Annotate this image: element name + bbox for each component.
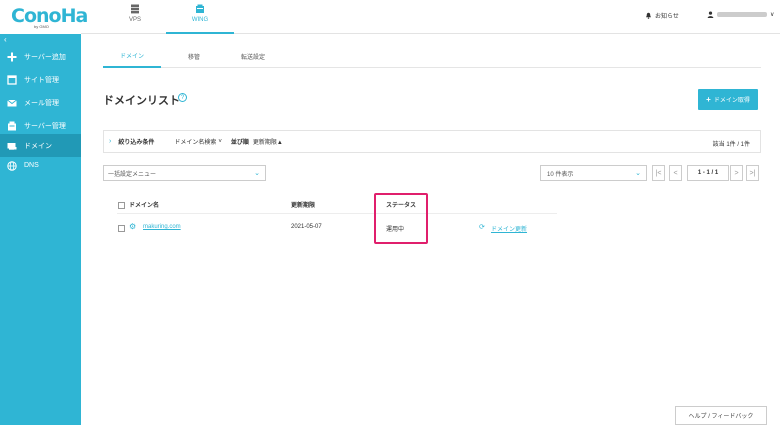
page-title: ドメインリスト — [103, 95, 180, 107]
status-highlight-box — [374, 193, 428, 244]
notice-link[interactable]: お知らせ — [645, 11, 679, 20]
envelope-icon — [7, 98, 17, 108]
result-count: 該当 1件 / 1件 — [712, 142, 750, 148]
sidebar-item-dns[interactable]: DNS — [0, 154, 81, 177]
per-page-select[interactable]: 10 件表示 ⌄ — [540, 165, 647, 181]
logo[interactable]: ConoHa by GMO — [0, 0, 88, 34]
notice-label: お知らせ — [655, 14, 679, 20]
page-info: 1 - 1 / 1 — [687, 165, 729, 181]
row-divider — [117, 213, 557, 214]
logo-sub: by GMO — [34, 24, 49, 29]
refresh-icon[interactable]: ⟳ — [479, 223, 485, 231]
help-feedback-button[interactable]: ヘルプ / フィードバック — [675, 406, 767, 425]
globe-icon — [7, 160, 17, 171]
sidebar-item-site[interactable]: サイト管理 — [0, 68, 81, 91]
next-page-button[interactable]: > — [730, 165, 743, 181]
expiry-date: 2021-05-07 — [291, 224, 322, 230]
domain-icon — [7, 141, 17, 151]
plus-icon: + — [706, 95, 711, 104]
col-expiry-header: 更新期限 — [291, 203, 316, 209]
tab-wing[interactable]: WING — [166, 0, 234, 34]
sort-label: 並び順 — [230, 140, 249, 146]
select-all-checkbox[interactable] — [118, 202, 125, 209]
user-name — [717, 12, 767, 17]
chevron-down-icon: ˅ — [218, 138, 222, 145]
sidebar-item-label: メール管理 — [24, 99, 59, 107]
bell-icon — [646, 12, 651, 19]
sidebar-item-label: サーバー追加 — [24, 53, 66, 61]
get-domain-button[interactable]: + ドメイン取得 — [698, 89, 758, 110]
last-page-button[interactable]: >| — [746, 165, 759, 181]
first-page-button[interactable]: |< — [652, 165, 665, 181]
domain-link[interactable]: makuring.com — [143, 224, 181, 230]
sidebar-item-mail[interactable]: メール管理 — [0, 91, 81, 114]
tab-forwarding[interactable]: 転送設定 — [233, 44, 273, 68]
sort-value: 更新期限▲ — [252, 140, 283, 146]
app: ConoHa by GMO VPS WING お知らせ ∨ ‹ サーバー追加 サ… — [0, 0, 780, 425]
prev-page-button[interactable]: < — [669, 165, 682, 181]
sidebar-item-label: サイト管理 — [24, 76, 59, 84]
chevron-down-icon: ⌄ — [254, 170, 260, 177]
sidebar-item-add-server[interactable]: サーバー追加 — [0, 45, 81, 68]
top-header: ConoHa by GMO VPS WING お知らせ ∨ — [0, 0, 780, 34]
tab-domain[interactable]: ドメイン — [103, 44, 161, 68]
bulk-action-select[interactable]: 一括設定メニュー ⌄ — [103, 165, 266, 181]
user-icon — [707, 11, 714, 18]
window-icon — [7, 74, 17, 85]
chevron-right-icon: › — [109, 138, 112, 145]
logo-text: ConoHa — [11, 5, 88, 27]
main-content: ドメイン 移管 転送設定 ドメインリスト ? + ドメイン取得 › 絞り込み条件… — [81, 34, 780, 425]
sub-tabs: ドメイン 移管 転送設定 — [103, 44, 761, 68]
renew-domain-link[interactable]: ドメイン更新 — [491, 224, 527, 233]
server-icon — [7, 121, 17, 131]
sidebar-item-label: サーバー管理 — [24, 122, 66, 130]
tab-vps[interactable]: VPS — [101, 0, 169, 34]
filter-label: 絞り込み条件 — [118, 140, 155, 146]
filter-search: ドメイン名検索 — [174, 140, 217, 146]
tab-vps-label: VPS — [128, 17, 141, 23]
chevron-down-icon: ∨ — [770, 12, 775, 18]
sidebar-item-label: DNS — [24, 162, 39, 169]
user-menu[interactable]: ∨ — [707, 11, 774, 18]
per-page-value: 10 件表示 — [547, 171, 574, 178]
collapse-icon[interactable]: ‹ — [4, 35, 7, 44]
sidebar-item-label: ドメイン — [24, 142, 52, 150]
help-icon[interactable]: ? — [178, 93, 187, 102]
server-icon — [131, 4, 139, 14]
tab-wing-label: WING — [191, 17, 209, 23]
col-domain-header: ドメイン名 — [129, 203, 160, 209]
chevron-down-icon: ⌄ — [635, 170, 641, 177]
row-checkbox[interactable] — [118, 225, 125, 232]
get-domain-label: ドメイン取得 — [713, 98, 750, 104]
gear-icon[interactable]: ⚙ — [129, 222, 136, 231]
bulk-action-value: 一括設定メニュー — [108, 171, 157, 178]
server-stack-icon — [196, 4, 204, 13]
tab-transfer[interactable]: 移管 — [181, 44, 207, 68]
sidebar: ‹ サーバー追加 サイト管理 メール管理 サーバー管理 ドメイン DNS — [0, 34, 81, 425]
filter-bar[interactable]: › 絞り込み条件 ドメイン名検索 ˅ 並び順 更新期限▲ 該当 1件 / 1件 — [103, 130, 761, 153]
plus-icon — [7, 52, 17, 62]
